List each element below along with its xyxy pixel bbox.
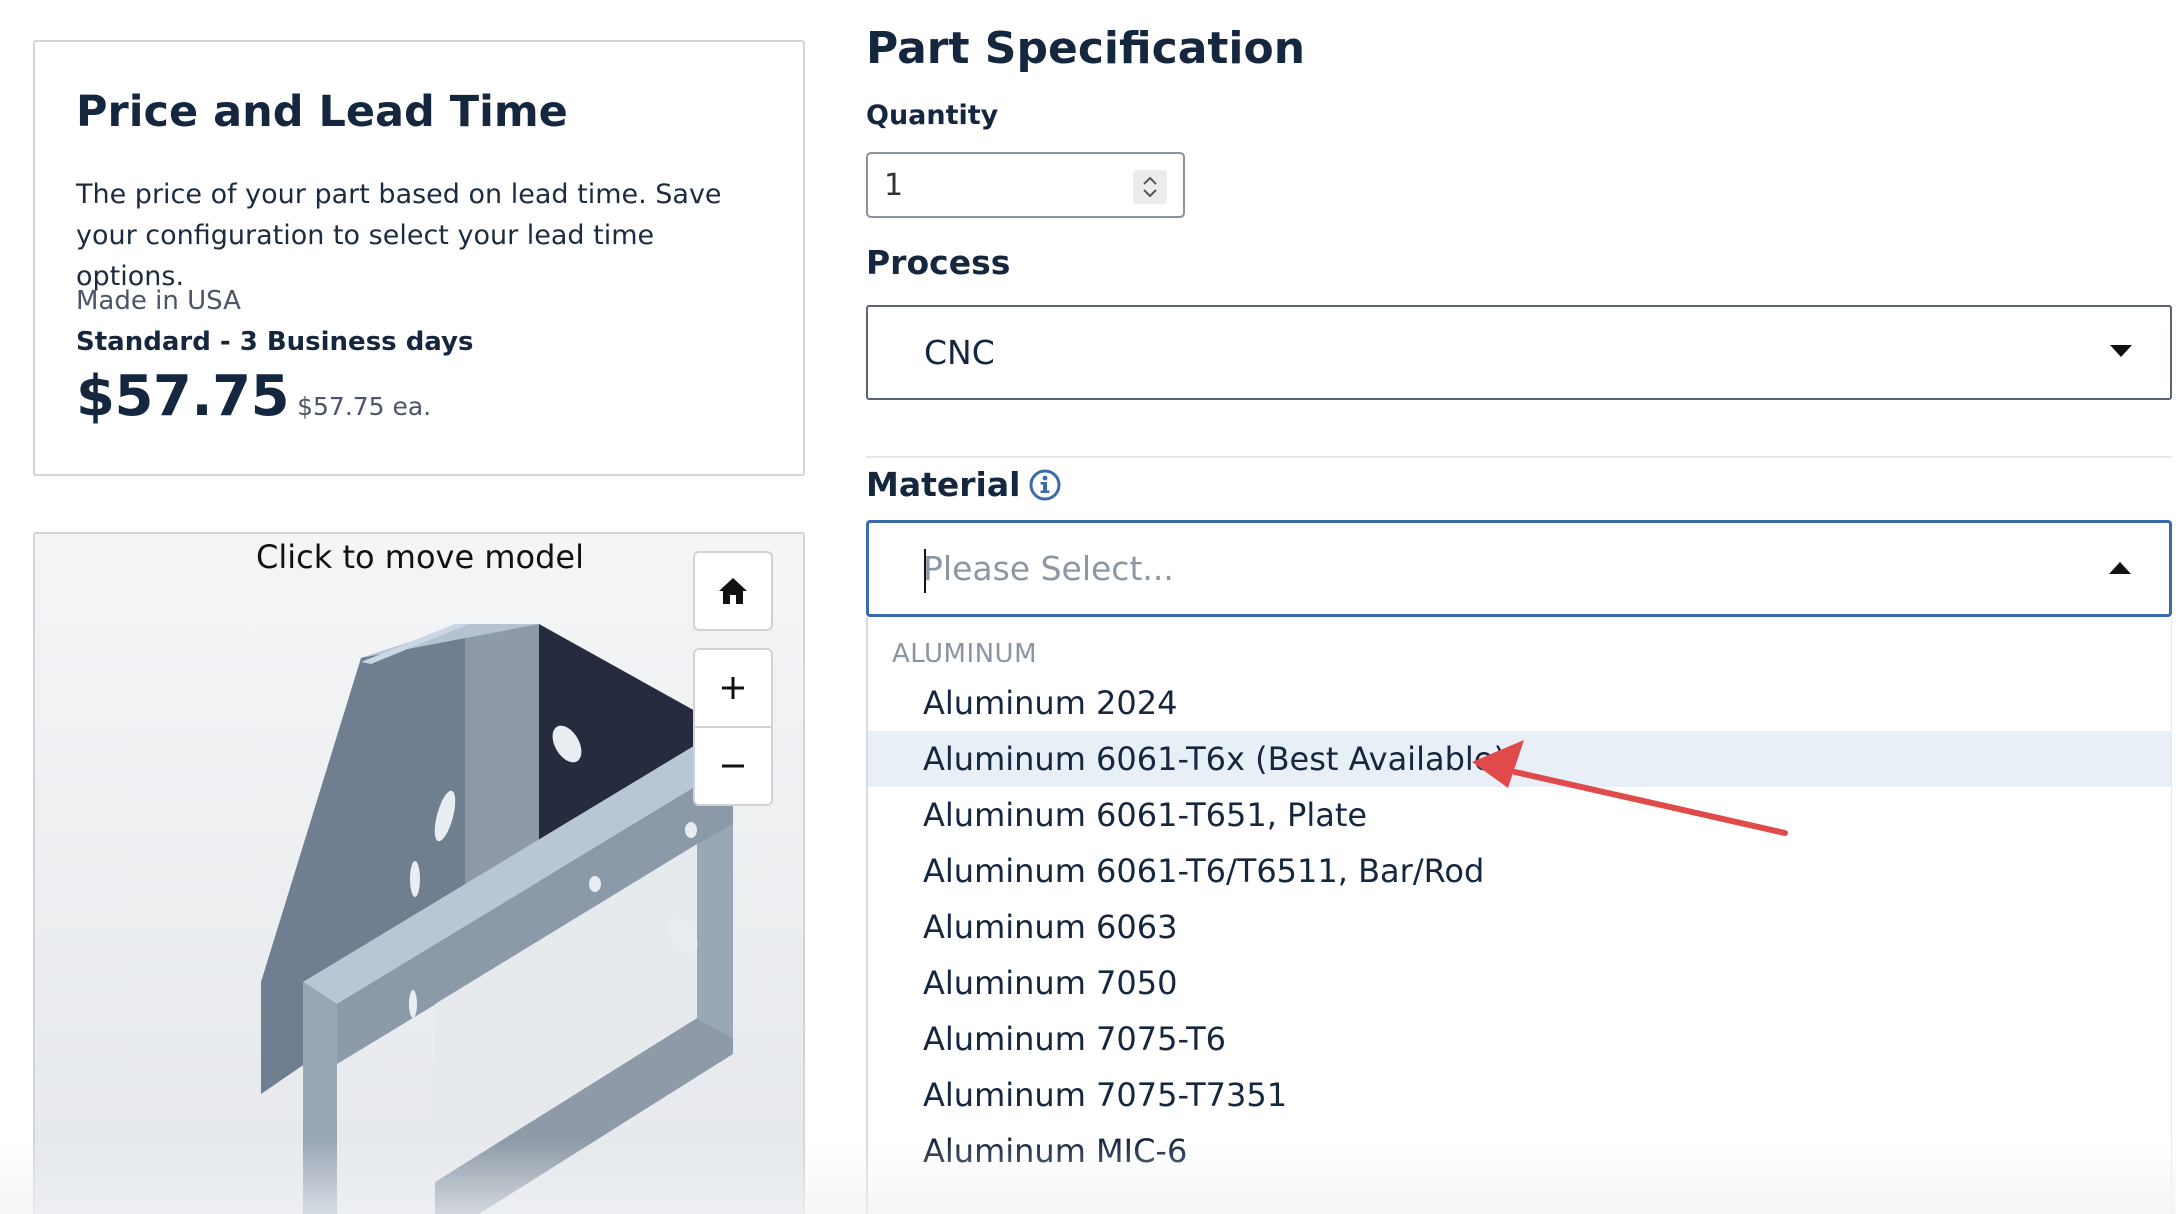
zoom-in-button[interactable]: [693, 648, 773, 728]
price-row: $57.75 $57.75 ea.: [76, 364, 431, 429]
material-option[interactable]: Aluminum 6061-T651, Plate: [868, 787, 2171, 843]
quantity-label: Quantity: [866, 100, 999, 131]
plus-icon: [722, 677, 744, 699]
material-option[interactable]: Aluminum 2024: [868, 675, 2171, 731]
model-viewer[interactable]: Click to move model: [33, 532, 805, 1214]
option-group-label: ALUMINUM: [892, 639, 1038, 669]
process-label: Process: [866, 243, 1011, 282]
material-option[interactable]: Aluminum 7050: [868, 955, 2171, 1011]
material-dropdown[interactable]: ALUMINUM Aluminum 2024 Aluminum 6061-T6x…: [866, 617, 2172, 1214]
material-label-row: Material: [866, 465, 1062, 504]
price-card-title: Price and Lead Time: [76, 87, 568, 137]
caret-up-icon: [2109, 562, 2131, 574]
quantity-spinner[interactable]: [1133, 170, 1167, 204]
material-option-list: Aluminum 2024 Aluminum 6061-T6x (Best Av…: [868, 675, 2171, 1179]
material-label: Material: [866, 465, 1021, 504]
part-model[interactable]: [35, 534, 805, 1214]
lead-time-label: Standard - 3 Business days: [76, 327, 474, 357]
chevron-up-down-icon: [1143, 176, 1157, 198]
quantity-stepper[interactable]: 1: [866, 152, 1185, 218]
part-specification-title: Part Specification: [866, 23, 1306, 74]
quantity-value: 1: [884, 167, 904, 203]
viewer-hint: Click to move model: [256, 538, 584, 576]
home-view-button[interactable]: [693, 551, 773, 631]
material-option-highlighted[interactable]: Aluminum 6061-T6x (Best Available): [868, 731, 2171, 787]
material-option[interactable]: Aluminum 7075-T7351: [868, 1067, 2171, 1123]
material-option[interactable]: Aluminum 7075-T6: [868, 1011, 2171, 1067]
zoom-out-button[interactable]: [693, 726, 773, 806]
price-card-description: The price of your part based on lead tim…: [76, 179, 722, 292]
material-option[interactable]: Aluminum MIC-6: [868, 1123, 2171, 1179]
info-icon[interactable]: [1028, 468, 1062, 502]
material-select[interactable]: Please Select...: [866, 520, 2172, 617]
price-lead-time-card: Price and Lead Time The price of your pa…: [33, 40, 805, 476]
text-cursor: [924, 549, 926, 593]
home-icon: [719, 578, 747, 604]
material-option[interactable]: Aluminum 6061-T6/T6511, Bar/Rod: [868, 843, 2171, 899]
total-price: $57.75: [76, 364, 290, 429]
section-divider: [866, 456, 2172, 458]
material-option[interactable]: Aluminum 6063: [868, 899, 2171, 955]
unit-price: $57.75 ea.: [297, 392, 432, 421]
minus-icon: [722, 764, 744, 768]
origin-label: Made in USA: [76, 286, 241, 316]
process-value: CNC: [924, 333, 995, 372]
material-placeholder: Please Select...: [923, 549, 1174, 588]
process-select[interactable]: CNC: [866, 305, 2172, 400]
caret-down-icon: [2110, 345, 2132, 357]
